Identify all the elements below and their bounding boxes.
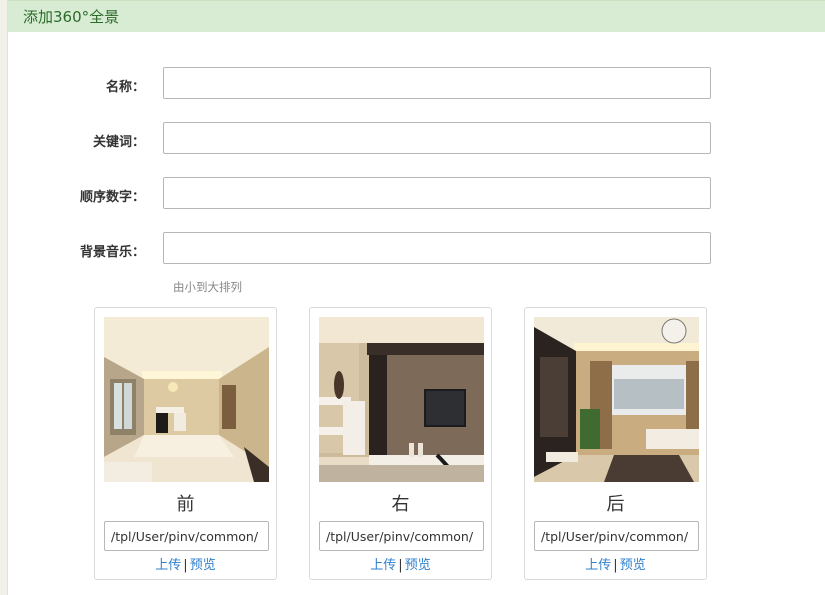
form-row-keywords: 关键词： bbox=[0, 122, 825, 156]
panorama-card-front: 前 上传|预览 bbox=[94, 307, 277, 580]
front-room-image bbox=[104, 317, 269, 482]
front-upload-link[interactable]: 上传 bbox=[155, 558, 181, 573]
form-row-name: 名称： bbox=[0, 67, 825, 101]
right-path-input[interactable] bbox=[319, 521, 484, 551]
order-input[interactable] bbox=[163, 177, 711, 209]
front-actions: 上传 | 预览 bbox=[95, 554, 276, 573]
keywords-input[interactable] bbox=[163, 122, 711, 154]
back-room-image bbox=[534, 317, 699, 482]
music-label: 背景音乐： bbox=[79, 245, 145, 260]
front-path-input[interactable] bbox=[104, 521, 269, 551]
link-separator: | bbox=[613, 558, 618, 573]
back-actions: 上传 | 预览 bbox=[525, 554, 706, 573]
link-separator: | bbox=[183, 558, 188, 573]
link-separator: | bbox=[398, 558, 403, 573]
name-input[interactable] bbox=[163, 67, 711, 99]
panorama-card-back: 后 上传|预览 bbox=[524, 307, 707, 580]
front-preview-link[interactable]: 预览 bbox=[190, 558, 216, 573]
name-label: 名称： bbox=[105, 80, 145, 95]
page-title: 添加360°全景 bbox=[23, 8, 120, 26]
order-hint: 由小到大排列 bbox=[173, 280, 242, 294]
back-preview-link[interactable]: 预览 bbox=[620, 558, 646, 573]
panel-header: 添加360°全景 bbox=[8, 0, 825, 32]
face-label-right: 右 bbox=[391, 494, 410, 515]
face-label-back: 后 bbox=[606, 494, 625, 515]
order-label: 顺序数字： bbox=[79, 190, 145, 205]
right-upload-link[interactable]: 上传 bbox=[370, 558, 396, 573]
back-path-input[interactable] bbox=[534, 521, 699, 551]
keywords-label: 关键词： bbox=[92, 135, 145, 150]
right-actions: 上传 | 预览 bbox=[310, 554, 491, 573]
back-upload-link[interactable]: 上传 bbox=[585, 558, 611, 573]
form-row-music: 背景音乐： bbox=[0, 232, 825, 266]
music-input[interactable] bbox=[163, 232, 711, 264]
form-row-order: 顺序数字： bbox=[0, 177, 825, 211]
face-label-front: 前 bbox=[176, 494, 195, 515]
right-preview-link[interactable]: 预览 bbox=[405, 558, 431, 573]
right-room-image bbox=[319, 317, 484, 482]
panorama-card-right: 右 上传|预览 bbox=[309, 307, 492, 580]
